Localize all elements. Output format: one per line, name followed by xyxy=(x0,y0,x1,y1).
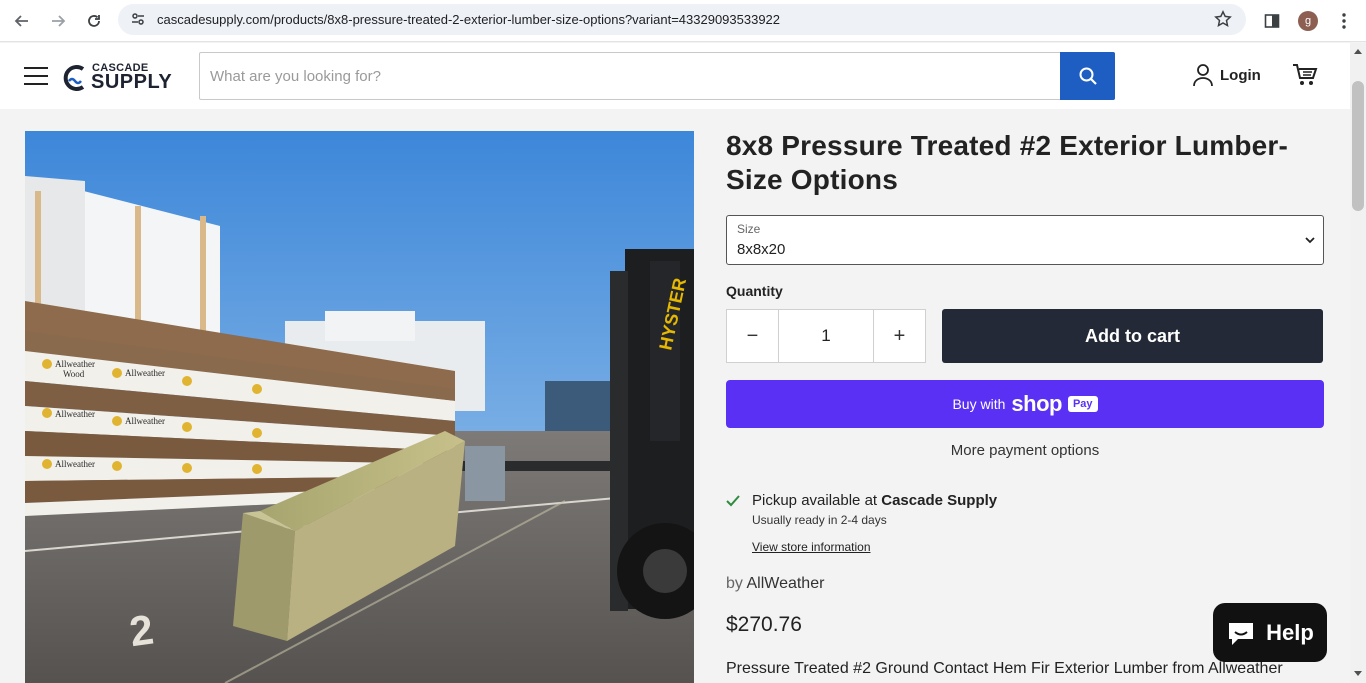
menu-button[interactable] xyxy=(24,67,48,85)
size-label: Size xyxy=(737,222,761,236)
site-info-icon[interactable] xyxy=(130,11,146,27)
browser-menu-button[interactable] xyxy=(1329,6,1359,36)
forward-button[interactable] xyxy=(43,6,73,36)
add-to-cart-button[interactable]: Add to cart xyxy=(942,309,1323,363)
quantity-decrease-button[interactable]: − xyxy=(727,310,778,362)
lumber-yard-photo: Allweather Allweather Allweather Allweat… xyxy=(25,131,694,683)
site-logo[interactable]: CASCADE SUPPLY xyxy=(62,62,174,94)
user-icon xyxy=(1193,64,1213,87)
quantity-increase-button[interactable]: + xyxy=(874,310,925,362)
logo-text-bottom: SUPPLY xyxy=(91,71,173,93)
pickup-store: Cascade Supply xyxy=(881,492,998,509)
pickup-ready-time: Usually ready in 2-4 days xyxy=(752,513,887,527)
reload-icon xyxy=(88,15,100,27)
chevron-down-icon xyxy=(1305,237,1315,244)
pay-badge: Pay xyxy=(1067,396,1098,412)
forward-arrow-icon xyxy=(52,15,66,27)
more-payment-options-link[interactable]: More payment options xyxy=(726,442,1324,459)
product-title: 8x8 Pressure Treated #2 Exterior Lumber-… xyxy=(726,130,1289,195)
side-panel-button[interactable] xyxy=(1257,6,1287,36)
scroll-up-arrow-icon[interactable] xyxy=(1354,49,1362,54)
quantity-stepper: − 1 + xyxy=(726,309,926,363)
svg-text:Allweather: Allweather xyxy=(125,368,165,378)
back-button[interactable] xyxy=(7,6,37,36)
shop-pay-prefix: Buy with xyxy=(952,396,1006,412)
hamburger-icon xyxy=(24,67,48,69)
shop-pay-button[interactable]: Buy with shop Pay xyxy=(726,380,1324,428)
svg-text:Wood: Wood xyxy=(63,369,85,379)
more-vertical-icon xyxy=(1342,13,1346,29)
help-chat-button[interactable]: Help xyxy=(1213,603,1327,662)
profile-button[interactable]: g xyxy=(1293,6,1323,36)
side-panel-icon xyxy=(1264,14,1280,28)
pickup-prefix: Pickup available at xyxy=(752,492,878,509)
search-button[interactable] xyxy=(1060,52,1115,100)
back-arrow-icon xyxy=(14,15,28,27)
login-link[interactable]: Login xyxy=(1192,63,1261,87)
cart-button[interactable] xyxy=(1292,63,1318,92)
page-scrollbar[interactable] xyxy=(1350,43,1366,683)
product-image[interactable]: Allweather Allweather Allweather Allweat… xyxy=(25,131,694,683)
search-icon xyxy=(1079,67,1097,85)
size-select[interactable]: Size 8x8x20 xyxy=(726,215,1324,265)
reload-button[interactable] xyxy=(79,6,109,36)
pickup-text: Pickup available at Cascade Supply xyxy=(752,492,997,509)
svg-text:Allweather: Allweather xyxy=(55,459,95,469)
product-vendor: by AllWeather xyxy=(726,575,824,593)
search-bar xyxy=(199,52,1115,100)
cascade-logo-icon xyxy=(63,65,85,91)
help-label: Help xyxy=(1266,619,1314,645)
quantity-input[interactable]: 1 xyxy=(778,310,874,362)
shop-wordmark: shop xyxy=(1011,391,1062,416)
search-input[interactable] xyxy=(210,65,1050,87)
product-description: Pressure Treated #2 Ground Contact Hem F… xyxy=(726,660,1283,677)
address-bar[interactable]: cascadesupply.com/products/8x8-pressure-… xyxy=(118,4,1246,35)
scroll-down-arrow-icon[interactable] xyxy=(1354,671,1362,676)
view-store-information-link[interactable]: View store information xyxy=(752,540,871,554)
chat-bubble-icon xyxy=(1229,622,1254,645)
login-label: Login xyxy=(1220,66,1261,84)
url-text[interactable]: cascadesupply.com/products/8x8-pressure-… xyxy=(157,12,780,27)
cart-icon xyxy=(1293,64,1318,85)
wrap-brand-text: Allweather xyxy=(55,359,95,369)
svg-text:Allweather: Allweather xyxy=(125,416,165,426)
vendor-prefix: by xyxy=(726,575,743,592)
site-header: CASCADE SUPPLY Login xyxy=(0,43,1350,109)
check-icon xyxy=(726,495,740,507)
bookmark-star-icon[interactable] xyxy=(1214,10,1232,28)
browser-toolbar: cascadesupply.com/products/8x8-pressure-… xyxy=(0,0,1366,42)
quantity-label: Quantity xyxy=(726,283,783,299)
scrollbar-thumb[interactable] xyxy=(1352,81,1364,211)
svg-text:Allweather: Allweather xyxy=(55,409,95,419)
size-value: 8x8x20 xyxy=(737,241,786,258)
product-price: $270.76 xyxy=(726,613,802,636)
avatar: g xyxy=(1298,11,1318,31)
vendor-link[interactable]: AllWeather xyxy=(746,575,824,592)
